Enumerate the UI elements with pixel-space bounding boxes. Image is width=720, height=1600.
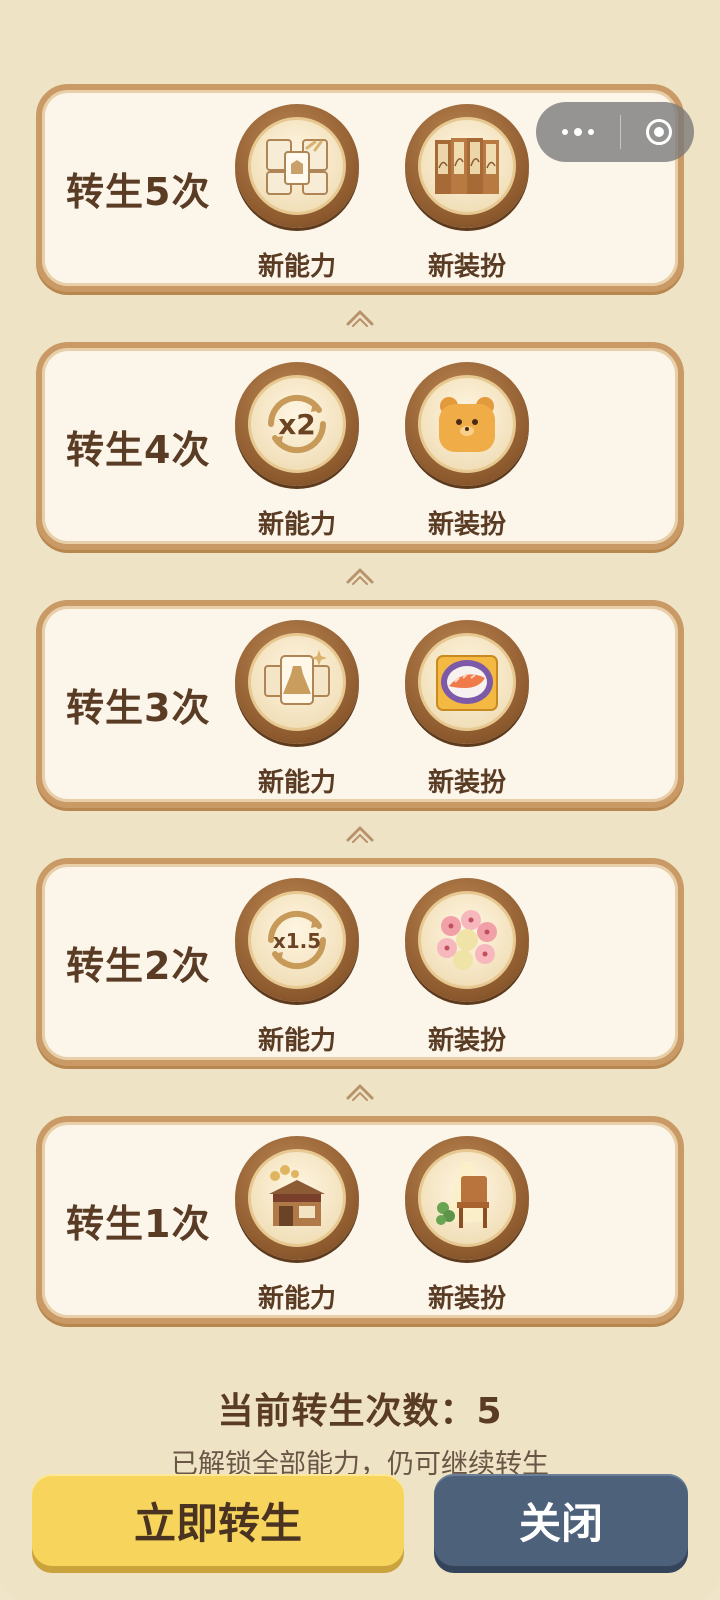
bear-cushion-icon bbox=[439, 397, 495, 452]
shop-coins-icon bbox=[269, 1165, 325, 1226]
reward-label: 新能力 bbox=[257, 1026, 336, 1056]
reward-ability[interactable]: x2 新能力 bbox=[232, 362, 362, 541]
reward-medal bbox=[405, 362, 529, 486]
reincarnation-count: 当前转生次数：5 bbox=[217, 1391, 503, 1432]
reward-label: 新能力 bbox=[257, 252, 336, 282]
reward-medal bbox=[405, 620, 529, 744]
wooden-chair-icon bbox=[436, 1162, 489, 1228]
tier-title: 转生3次 bbox=[66, 685, 211, 730]
chevron-up-icon bbox=[36, 808, 684, 858]
reward-label: 新能力 bbox=[257, 510, 336, 540]
reward-label: 新装扮 bbox=[427, 1026, 506, 1056]
more-dots-icon[interactable] bbox=[562, 128, 594, 136]
tier-card-2: 转生2次 x1.5 新能力 新装扮 bbox=[36, 858, 684, 1066]
reward-medal bbox=[235, 620, 359, 744]
reward-label: 新装扮 bbox=[427, 768, 506, 798]
target-circle-icon[interactable] bbox=[646, 119, 672, 145]
reward-outfit[interactable]: 新装扮 bbox=[402, 104, 532, 283]
reward-outfit[interactable]: 新装扮 bbox=[402, 620, 532, 799]
reward-medal: x2 bbox=[235, 362, 359, 486]
tier-card-4: 转生4次 x2 新能力 新装扮 bbox=[36, 342, 684, 550]
x2-multiplier-icon: x2 bbox=[267, 394, 327, 454]
miniprogram-capsule bbox=[536, 102, 694, 162]
status-footer: 当前转生次数：5 已解锁全部能力，仍可继续转生 bbox=[0, 1382, 720, 1481]
reward-medal bbox=[405, 1136, 529, 1260]
reward-outfit[interactable]: 新装扮 bbox=[402, 362, 532, 541]
chevron-up-icon bbox=[36, 550, 684, 600]
reincarnation-panel: 转生5次 新能力 新装扮 转生4次 x2 新能力 新装扮 转生3次 新能力 新装… bbox=[0, 0, 720, 1600]
reincarnate-now-button[interactable]: 立即转生 bbox=[32, 1474, 404, 1566]
tier-title: 转生2次 bbox=[66, 943, 211, 988]
svg-text:x1.5: x1.5 bbox=[273, 929, 321, 953]
tier-list: 转生5次 新能力 新装扮 转生4次 x2 新能力 新装扮 转生3次 新能力 新装… bbox=[36, 84, 684, 1324]
sushi-plate-icon bbox=[436, 655, 498, 711]
reward-medal bbox=[235, 1136, 359, 1260]
capsule-divider bbox=[619, 115, 621, 149]
chevron-up-icon bbox=[36, 1066, 684, 1116]
reward-outfit[interactable]: 新装扮 bbox=[402, 878, 532, 1057]
clothing-cards-icon bbox=[266, 139, 328, 195]
tier-card-3: 转生3次 新能力 新装扮 bbox=[36, 600, 684, 808]
reward-medal bbox=[235, 104, 359, 228]
close-button[interactable]: 关闭 bbox=[434, 1474, 688, 1566]
reward-ability[interactable]: x1.5 新能力 bbox=[232, 878, 362, 1057]
folding-screen-icon bbox=[435, 138, 499, 194]
reward-medal bbox=[405, 104, 529, 228]
tier-title: 转生5次 bbox=[66, 169, 211, 214]
reward-ability[interactable]: 新能力 bbox=[232, 104, 362, 283]
reward-medal bbox=[405, 878, 529, 1002]
reward-medal: x1.5 bbox=[235, 878, 359, 1002]
svg-text:x2: x2 bbox=[278, 408, 316, 441]
flower-bouquet-icon bbox=[437, 910, 497, 970]
reward-ability[interactable]: 新能力 bbox=[232, 620, 362, 799]
tier-card-1: 转生1次 新能力 新装扮 bbox=[36, 1116, 684, 1324]
reward-label: 新装扮 bbox=[427, 1284, 506, 1314]
x1.5-multiplier-icon: x1.5 bbox=[267, 910, 327, 970]
tier-title: 转生1次 bbox=[66, 1201, 211, 1246]
reward-label: 新装扮 bbox=[427, 510, 506, 540]
tier-title: 转生4次 bbox=[66, 427, 211, 472]
reward-label: 新装扮 bbox=[427, 252, 506, 282]
chevron-up-icon bbox=[36, 292, 684, 342]
reward-label: 新能力 bbox=[257, 1284, 336, 1314]
dress-card-icon bbox=[264, 650, 330, 705]
reward-outfit[interactable]: 新装扮 bbox=[402, 1136, 532, 1315]
reward-ability[interactable]: 新能力 bbox=[232, 1136, 362, 1315]
reward-label: 新能力 bbox=[257, 768, 336, 798]
